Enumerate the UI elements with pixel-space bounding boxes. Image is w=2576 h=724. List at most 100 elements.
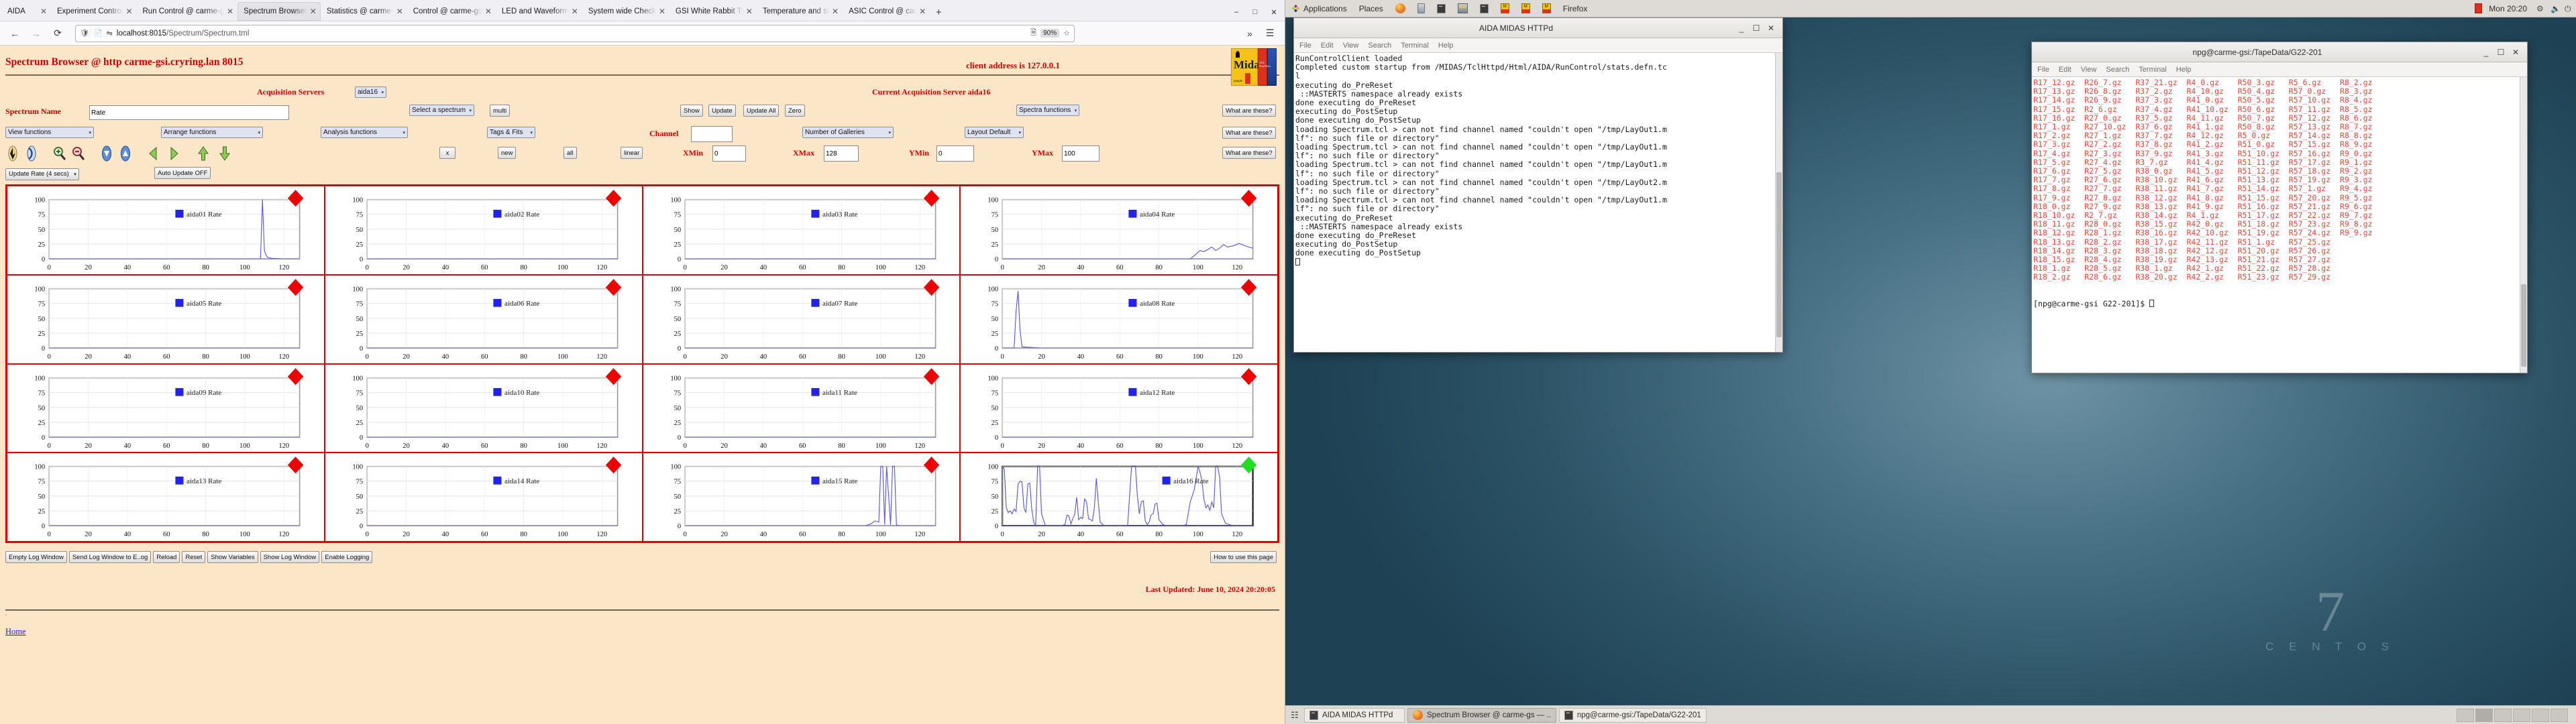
show-desktop-icon[interactable]: ☷: [1288, 708, 1301, 723]
browser-tab-control[interactable]: Control @ carme-gs ✕: [407, 2, 496, 21]
menu-view[interactable]: View: [2081, 66, 2097, 74]
star-icon[interactable]: ☆: [1063, 29, 1070, 38]
browser-tab-gsi-white-rabbit[interactable]: GSI White Rabbit Ti ✕: [669, 2, 757, 21]
home-link[interactable]: Home: [5, 627, 26, 636]
back-icon[interactable]: ←: [5, 25, 24, 42]
workspace-5[interactable]: [2532, 708, 2549, 722]
select-a-spectrum-dropdown[interactable]: Select a spectrum: [409, 105, 475, 116]
spectrum-cell-aida05[interactable]: 0 25 50 75 100 0 20 40 60 80 100 120 aida05 Rate: [7, 274, 325, 364]
update-rate-dropdown[interactable]: Update Rate (4 secs) ▾: [5, 168, 79, 180]
tags-and-fits-dropdown[interactable]: Tags & Fits: [487, 127, 535, 138]
what-are-these-button-3[interactable]: What are these?: [1222, 147, 1276, 159]
pan-right-icon[interactable]: [166, 145, 181, 162]
minimize-icon[interactable]: –: [1227, 3, 1246, 21]
power-icon[interactable]: ⏻: [2565, 4, 2573, 13]
zero-button[interactable]: Zero: [785, 105, 805, 117]
launcher-midas-2[interactable]: M: [1495, 0, 1515, 17]
maximize-icon[interactable]: ☐: [1749, 23, 1764, 33]
zoom-in-icon[interactable]: [52, 145, 67, 162]
workspace-switcher[interactable]: [2457, 708, 2573, 722]
reload-button[interactable]: Reload: [153, 551, 180, 563]
close-tab-icon[interactable]: ✕: [919, 7, 926, 16]
update-button[interactable]: Update: [708, 105, 736, 117]
zoom-vertical-up-icon[interactable]: [5, 145, 20, 162]
terminal-titlebar[interactable]: npg@carme-gsi:/TapeData/G22-201 _ ☐ ✕: [2032, 42, 2527, 62]
expand-up-icon[interactable]: [196, 145, 211, 162]
how-to-use-this-page-button[interactable]: How to use this page: [1210, 551, 1277, 563]
spectrum-cell-aida12[interactable]: 0 25 50 75 100 0 20 40 60 80 100 120 aida12 Rate: [960, 363, 1278, 453]
what-are-these-button-2[interactable]: What are these?: [1222, 127, 1276, 139]
shield-icon[interactable]: 🛡: [80, 29, 89, 38]
menu-terminal[interactable]: Terminal: [2139, 66, 2167, 74]
analysis-functions-dropdown[interactable]: Analysis functions: [321, 127, 408, 138]
new-tab-button[interactable]: +: [930, 3, 947, 21]
menu-help[interactable]: Help: [1438, 42, 1454, 50]
ymax-input[interactable]: [1062, 145, 1099, 162]
close-tab-icon[interactable]: ✕: [746, 7, 753, 16]
page-info-icon[interactable]: 📄: [93, 29, 103, 38]
spectrum-cell-aida09[interactable]: 0 25 50 75 100 0 20 40 60 80 100 120 aida09 Rate: [7, 363, 325, 453]
workspace-4[interactable]: [2513, 708, 2530, 722]
midas-tray-icon[interactable]: [2475, 3, 2483, 13]
close-tab-icon[interactable]: ✕: [396, 7, 403, 16]
volume-icon[interactable]: 🔈: [2551, 4, 2561, 13]
spectrum-cell-aida14[interactable]: 0 25 50 75 100 0 20 40 60 80 100 120 aida14 Rate: [324, 452, 643, 542]
all-button[interactable]: all: [564, 147, 577, 159]
address-bar[interactable]: 🛡 📄 ⇋ localhost:8015/Spectrum/Spectrum.t…: [75, 24, 1075, 42]
terminal-output-area[interactable]: R17_12.gz R26_7.gz R37_21.gz R4_0.gz R50…: [2032, 77, 2527, 373]
auto-update-toggle[interactable]: Auto Update OFF: [154, 167, 211, 179]
taskbar-item-spectrum-browser[interactable]: Spectrum Browser @ carme-gs — ..: [1407, 707, 1556, 723]
reader-view-icon[interactable]: 🗎: [1030, 27, 1036, 40]
menu-file[interactable]: File: [1299, 42, 1311, 50]
spectrum-cell-aida07[interactable]: 0 25 50 75 100 0 20 40 60 80 100 120 aida07 Rate: [642, 274, 961, 364]
maximize-icon[interactable]: ☐: [2493, 48, 2508, 57]
pan-left-icon[interactable]: [146, 145, 161, 162]
xmin-input[interactable]: [712, 145, 746, 162]
spectrum-cell-aida11[interactable]: 0 25 50 75 100 0 20 40 60 80 100 120 aida11 Rate: [642, 363, 961, 453]
browser-tab-spectrum-browser[interactable]: Spectrum Browser ✕: [237, 2, 321, 21]
spectrum-name-input[interactable]: [89, 105, 289, 120]
launcher-usb-drive[interactable]: [1411, 0, 1431, 17]
taskbar-item-tapedata-terminal[interactable]: npg@carme-gsi:/TapeData/G22-201: [1558, 707, 1707, 723]
terminal-scrollbar[interactable]: [2520, 77, 2527, 373]
taskbar-item-aida-midas-httpd[interactable]: AIDA MIDAS HTTPd: [1304, 707, 1405, 723]
multi-button[interactable]: multi: [490, 105, 511, 117]
zoom-vertical-down-icon[interactable]: [24, 145, 39, 162]
close-tab-icon[interactable]: ✕: [572, 7, 578, 16]
launcher-midas-4[interactable]: M: [1536, 0, 1557, 17]
workspace-6[interactable]: [2551, 708, 2568, 722]
close-icon[interactable]: ✕: [2508, 48, 2523, 57]
browser-tab-run-control[interactable]: Run Control @ carme-g ✕: [137, 2, 238, 21]
spectrum-cell-aida01[interactable]: 0 25 50 75 100 0 20 40 60 80 100 120 aida01 Rate: [7, 186, 325, 275]
send-log-window-button[interactable]: Send Log Window to E..og: [68, 551, 152, 563]
close-tab-icon[interactable]: ✕: [310, 7, 317, 16]
xmax-input[interactable]: [824, 145, 859, 162]
gnome-top-panel[interactable]: Applications Places M M M Firefox Mon 20…: [1285, 0, 2576, 17]
x-button[interactable]: x: [439, 147, 455, 159]
workspace-3[interactable]: [2494, 708, 2512, 722]
menu-search[interactable]: Search: [1368, 42, 1391, 50]
close-icon[interactable]: ✕: [1265, 3, 1283, 21]
menu-view[interactable]: View: [1343, 42, 1359, 50]
show-log-window-button[interactable]: Show Log Window: [260, 551, 320, 563]
terminal-output-area[interactable]: RunControlClient loaded Completed custom …: [1294, 53, 1782, 352]
menu-help[interactable]: Help: [2176, 66, 2192, 74]
menu-terminal[interactable]: Terminal: [1401, 42, 1429, 50]
spectrum-cell-aida10[interactable]: 0 25 50 75 100 0 20 40 60 80 100 120 aida10 Rate: [324, 363, 643, 453]
applications-menu[interactable]: Applications: [1285, 0, 1353, 17]
spectrum-cell-aida04[interactable]: 0 25 50 75 100 0 20 40 60 80 100 120 aida04 Rate: [960, 186, 1278, 275]
spectrum-cell-aida13[interactable]: 0 25 50 75 100 0 20 40 60 80 100 120 aida13 Rate: [7, 452, 325, 542]
update-all-button[interactable]: Update All: [743, 105, 780, 117]
terminal-scrollbar[interactable]: [1775, 53, 1782, 352]
close-tab-icon[interactable]: ✕: [125, 7, 132, 16]
channel-input[interactable]: [691, 126, 733, 142]
menu-file[interactable]: File: [2037, 66, 2049, 74]
spectrum-cell-aida16[interactable]: 0 25 50 75 100 0 20 40 60 80 100 120 aida16 Rate: [960, 452, 1278, 542]
hamburger-menu-icon[interactable]: ☰: [1260, 25, 1279, 42]
places-menu[interactable]: Places: [1353, 0, 1389, 17]
launcher-terminal-2[interactable]: [1474, 0, 1495, 17]
view-functions-dropdown[interactable]: View functions: [5, 127, 94, 138]
workspace-2[interactable]: [2475, 708, 2493, 722]
accessibility-icon[interactable]: ⚙: [2536, 4, 2545, 13]
chevron-double-right-icon[interactable]: »: [1240, 25, 1259, 42]
